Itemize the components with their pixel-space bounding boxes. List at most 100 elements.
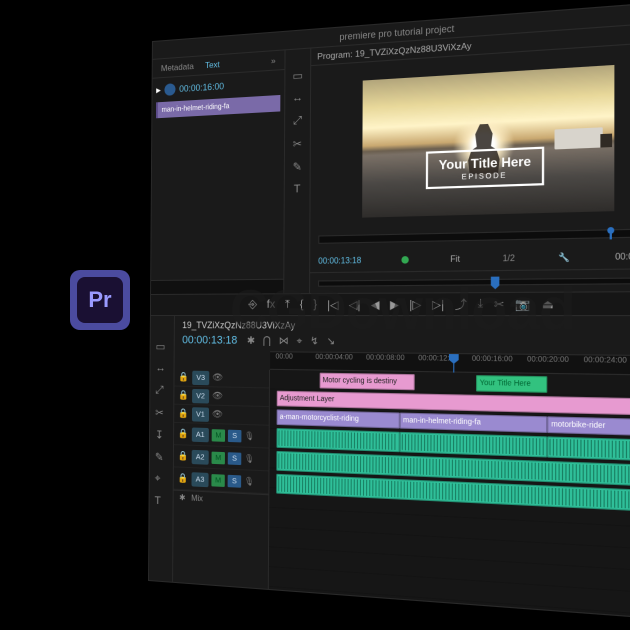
lift-icon[interactable]: ⤴ <box>455 295 467 312</box>
mic-icon[interactable]: 🎙 <box>244 454 254 464</box>
linked-selection-icon[interactable]: ⋂ <box>263 335 271 346</box>
step-back-icon[interactable]: ◁| <box>349 298 361 312</box>
lock-icon[interactable]: 🔒 <box>177 472 188 485</box>
lock-icon[interactable]: 🔒 <box>178 389 189 401</box>
mix-toggle-icon[interactable]: ✱ <box>179 493 185 502</box>
insert-overwrite-icon[interactable]: ⌖ <box>297 335 303 347</box>
export-frame-icon[interactable]: 📷 <box>515 297 530 311</box>
program-current-timecode[interactable]: 00:00:13:18 <box>318 255 361 265</box>
program-frame: Your Title Here EPISODE <box>362 65 614 218</box>
program-playhead-dot-icon <box>607 227 614 234</box>
solo-button[interactable]: S <box>228 474 242 487</box>
selection-tool-icon[interactable]: ▭ <box>291 68 305 83</box>
settings-wrench-icon[interactable]: 🔧 <box>559 252 570 262</box>
lock-icon[interactable]: 🔒 <box>178 371 189 383</box>
step-fwd-many-icon[interactable]: ▷| <box>432 297 444 311</box>
timeline-ruler-mark: 00:00:16:00 <box>472 355 513 363</box>
mark-in-icon[interactable]: ⤒ <box>285 298 290 312</box>
timeline-sequence-name[interactable]: 19_TVZiXzQzNz88U3ViXzAy <box>182 320 295 331</box>
overflow-plus-icon[interactable]: ⏏ <box>542 297 554 311</box>
tools-palette: ▭ ↔ ⤢ ✂ ✎ T <box>284 49 311 294</box>
type-tool-icon[interactable]: T <box>290 182 304 197</box>
clip-v1-seg3[interactable]: motorbike-rider <box>548 416 630 435</box>
go-out-icon[interactable]: } <box>313 298 317 311</box>
track-label-a3[interactable]: A3 <box>192 472 209 487</box>
tab-metadata[interactable]: Metadata <box>156 59 198 76</box>
source-clip-bar[interactable]: man-in-helmet-riding-fa <box>156 95 280 118</box>
eye-icon[interactable]: 👁 <box>212 390 224 403</box>
pen-tool-icon[interactable]: ✎ <box>290 159 304 174</box>
tab-overflow-icon[interactable]: » <box>266 53 280 68</box>
fx-icon[interactable]: fx <box>267 298 275 310</box>
mic-icon[interactable]: 🎙 <box>244 431 254 441</box>
mic-icon[interactable]: 🎙 <box>244 477 254 487</box>
track-headers: 🔒 V3 👁 🔒 V2 👁 🔒 V1 👁 <box>173 368 270 589</box>
tl-selection-tool-icon[interactable]: ▭ <box>156 340 169 354</box>
timeline-ruler-mark: 00:00:24:00 <box>584 357 627 365</box>
tl-razor-icon[interactable]: ✂ <box>155 406 168 420</box>
program-navigator-bar[interactable] <box>318 277 630 287</box>
snap-icon[interactable]: ✱ <box>247 335 255 346</box>
insert-icon[interactable]: ⎆ <box>248 298 257 311</box>
timeline-current-timecode[interactable]: 00:00:13:18 <box>182 334 237 347</box>
tl-pen-icon[interactable]: ✎ <box>155 450 168 465</box>
source-clip-thumb-icon <box>164 83 175 96</box>
clip-title2[interactable]: Your Title Here <box>476 375 547 393</box>
zoom-fit-dropdown[interactable]: Fit <box>450 254 460 264</box>
clip-v1-seg1[interactable]: a-man-motorcyclist-riding <box>277 409 400 428</box>
program-panel: Program: 19_TVZiXzQzNz88U3ViXzAy Your Ti… <box>310 22 630 293</box>
track-label-v3[interactable]: V3 <box>192 370 209 385</box>
record-toggle-icon[interactable]: ▸ <box>156 85 161 96</box>
razor-clip-icon[interactable]: ✂ <box>494 297 504 311</box>
timeline-ruler-mark: 00:00:20:00 <box>527 356 569 364</box>
mix-label: Mix <box>191 494 203 504</box>
program-scrub-bar[interactable] <box>318 228 630 244</box>
clip-title1[interactable]: Motor cycling is destiny <box>319 373 415 391</box>
track-lanes[interactable]: Motor cycling is destiny Your Title Here… <box>269 370 630 618</box>
clip-a1-seg3[interactable] <box>548 436 630 460</box>
track-label-v2[interactable]: V2 <box>192 388 209 403</box>
resolution-dropdown[interactable]: 1/2 <box>503 253 515 263</box>
lock-icon[interactable]: 🔒 <box>178 450 189 463</box>
play-back-icon[interactable]: ◀ <box>371 297 380 311</box>
step-fwd-icon[interactable]: |▷ <box>409 297 421 311</box>
marker-icon[interactable]: ⋈ <box>279 335 289 346</box>
mute-button[interactable]: M <box>212 429 225 442</box>
track-label-a1[interactable]: A1 <box>192 427 209 442</box>
clip-a1-seg2[interactable] <box>400 432 548 458</box>
program-viewer[interactable]: Your Title Here EPISODE <box>310 42 630 231</box>
track-select-tool-icon[interactable]: ↔ <box>291 90 305 105</box>
timeline-ruler-mark: 00:00:08:00 <box>366 354 405 362</box>
wrench-settings-icon[interactable]: ↯ <box>310 335 318 347</box>
source-time-ruler[interactable] <box>151 279 283 294</box>
step-back-many-icon[interactable]: |◁ <box>327 298 339 312</box>
clip-a1-seg1[interactable] <box>277 428 400 452</box>
tl-hand-icon[interactable]: ⌖ <box>155 473 168 488</box>
ripple-tool-icon[interactable]: ⤢ <box>291 113 305 128</box>
track-label-v1[interactable]: V1 <box>192 407 209 422</box>
solo-button[interactable]: S <box>228 429 242 442</box>
lock-icon[interactable]: 🔒 <box>178 428 189 441</box>
tl-ripple-icon[interactable]: ⤢ <box>155 384 168 398</box>
mute-button[interactable]: M <box>211 474 224 487</box>
tab-text[interactable]: Text <box>200 57 224 73</box>
eye-icon[interactable]: 👁 <box>212 372 224 384</box>
timeline-panel: ▭ ↔ ⤢ ✂ ↧ ✎ ⌖ T 19_TVZiXzQzNz88U3ViXzAy … <box>149 316 630 619</box>
lock-icon[interactable]: 🔒 <box>178 407 189 419</box>
tl-track-select-icon[interactable]: ↔ <box>155 362 168 376</box>
program-tab-prefix: Program: <box>317 49 352 62</box>
mute-button[interactable]: M <box>212 451 225 464</box>
program-duration-timecode: 00:00:27:08 <box>615 250 630 261</box>
tl-type-icon[interactable]: T <box>155 495 168 510</box>
timeline-settings-icon[interactable]: ↘ <box>327 335 336 347</box>
razor-tool-icon[interactable]: ✂ <box>290 136 304 151</box>
tl-slip-icon[interactable]: ↧ <box>155 428 168 443</box>
play-icon[interactable]: ▶ <box>390 297 399 311</box>
solo-button[interactable]: S <box>228 452 242 465</box>
go-in-icon[interactable]: { <box>300 298 304 311</box>
extract-icon[interactable]: ⤓ <box>478 297 483 311</box>
clip-v1-seg2[interactable]: man-in-helmet-riding-fa <box>400 413 548 434</box>
eye-icon[interactable]: 👁 <box>212 408 224 421</box>
title-sub-text: EPISODE <box>439 172 531 183</box>
track-label-a2[interactable]: A2 <box>192 449 209 464</box>
